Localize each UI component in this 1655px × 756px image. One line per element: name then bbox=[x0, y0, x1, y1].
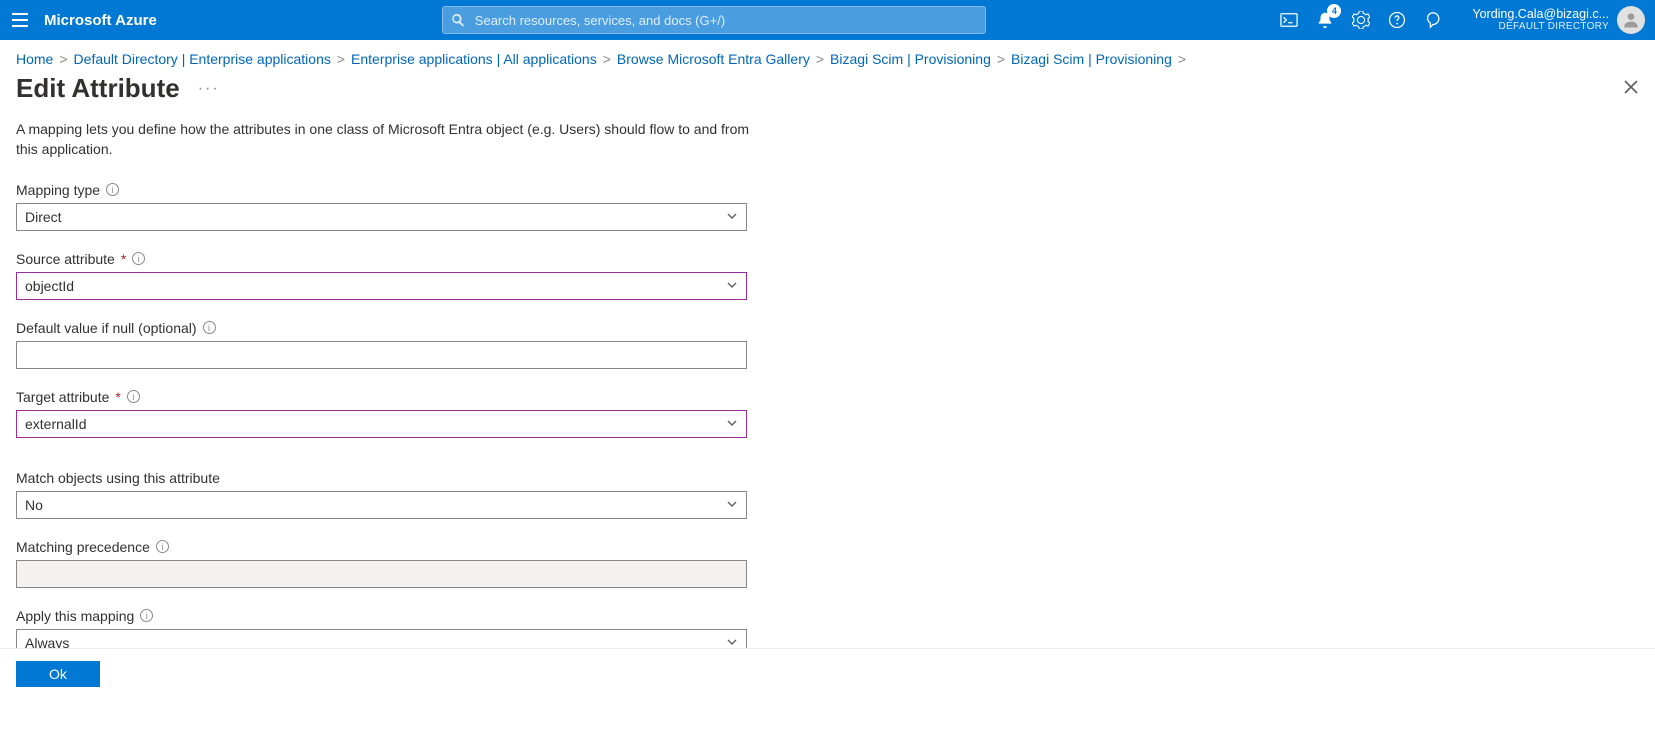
label-apply-mapping: Apply this mapping bbox=[16, 608, 134, 624]
select-value: Direct bbox=[25, 209, 62, 225]
input-matching-precedence bbox=[16, 560, 747, 588]
field-apply-mapping: Apply this mapping i Always bbox=[16, 608, 747, 648]
settings-icon[interactable] bbox=[1352, 11, 1370, 29]
feedback-icon[interactable] bbox=[1424, 11, 1442, 29]
select-mapping-type[interactable]: Direct bbox=[16, 203, 747, 231]
required-mark: * bbox=[115, 389, 120, 405]
select-value: No bbox=[25, 497, 43, 513]
field-source-attribute: Source attribute * i objectId bbox=[16, 251, 747, 300]
chevron-down-icon bbox=[726, 416, 738, 432]
chevron-down-icon bbox=[726, 635, 738, 648]
crumb-enterprise-apps[interactable]: Enterprise applications | All applicatio… bbox=[351, 51, 597, 67]
cloud-shell-icon[interactable] bbox=[1280, 11, 1298, 29]
chevron-down-icon bbox=[726, 209, 738, 225]
field-target-attribute: Target attribute * i externalId bbox=[16, 389, 747, 438]
select-value: externalId bbox=[25, 416, 86, 432]
user-directory: DEFAULT DIRECTORY bbox=[1472, 21, 1609, 33]
content-scroll[interactable]: A mapping lets you define how the attrib… bbox=[0, 109, 1655, 648]
global-header: Microsoft Azure 4 Yording.Cala@bizagi.c.… bbox=[0, 0, 1655, 40]
label-matching-precedence: Matching precedence bbox=[16, 539, 150, 555]
ok-button[interactable]: Ok bbox=[16, 661, 100, 687]
field-matching-precedence: Matching precedence i bbox=[16, 539, 747, 588]
description-text: A mapping lets you define how the attrib… bbox=[16, 119, 751, 160]
chevron-right-icon: > bbox=[997, 51, 1005, 67]
input-default-value[interactable] bbox=[16, 341, 747, 369]
account-control[interactable]: Yording.Cala@bizagi.c... DEFAULT DIRECTO… bbox=[1456, 6, 1655, 34]
chevron-right-icon: > bbox=[59, 51, 67, 67]
title-row: Edit Attribute ··· bbox=[0, 73, 1655, 108]
global-search[interactable] bbox=[442, 6, 986, 34]
select-value: Always bbox=[25, 635, 69, 648]
label-target-attribute: Target attribute bbox=[16, 389, 109, 405]
footer: Ok bbox=[0, 648, 1655, 699]
search-input[interactable] bbox=[473, 12, 977, 29]
hamburger-menu[interactable] bbox=[0, 0, 40, 40]
crumb-bizagi-2[interactable]: Bizagi Scim | Provisioning bbox=[1011, 51, 1172, 67]
header-tools: 4 bbox=[1260, 11, 1456, 29]
crumb-gallery[interactable]: Browse Microsoft Entra Gallery bbox=[617, 51, 810, 67]
chevron-down-icon bbox=[726, 278, 738, 294]
label-source-attribute: Source attribute bbox=[16, 251, 115, 267]
chevron-down-icon bbox=[726, 497, 738, 513]
select-match-objects[interactable]: No bbox=[16, 491, 747, 519]
info-icon[interactable]: i bbox=[132, 252, 145, 265]
crumb-home[interactable]: Home bbox=[16, 51, 53, 67]
select-apply-mapping[interactable]: Always bbox=[16, 629, 747, 648]
notifications-icon[interactable]: 4 bbox=[1316, 11, 1334, 29]
matching-precedence-input bbox=[25, 561, 738, 587]
info-icon[interactable]: i bbox=[156, 540, 169, 553]
more-actions-button[interactable]: ··· bbox=[198, 80, 220, 98]
brand-label: Microsoft Azure bbox=[40, 12, 177, 29]
field-match-objects: Match objects using this attribute No bbox=[16, 470, 747, 519]
search-icon bbox=[451, 13, 465, 27]
close-button[interactable] bbox=[1623, 79, 1639, 98]
select-source-attribute[interactable]: objectId bbox=[16, 272, 747, 300]
user-email: Yording.Cala@bizagi.c... bbox=[1472, 7, 1609, 21]
required-mark: * bbox=[121, 251, 126, 267]
help-icon[interactable] bbox=[1388, 11, 1406, 29]
crumb-bizagi-1[interactable]: Bizagi Scim | Provisioning bbox=[830, 51, 991, 67]
field-mapping-type: Mapping type i Direct bbox=[16, 182, 747, 231]
chevron-right-icon: > bbox=[603, 51, 611, 67]
avatar bbox=[1617, 6, 1645, 34]
notif-badge: 4 bbox=[1327, 4, 1341, 18]
info-icon[interactable]: i bbox=[106, 183, 119, 196]
crumb-default-directory[interactable]: Default Directory | Enterprise applicati… bbox=[74, 51, 331, 67]
field-default-value: Default value if null (optional) i bbox=[16, 320, 747, 369]
info-icon[interactable]: i bbox=[203, 321, 216, 334]
chevron-right-icon: > bbox=[337, 51, 345, 67]
breadcrumb: Home > Default Directory | Enterprise ap… bbox=[0, 40, 1655, 73]
chevron-right-icon: > bbox=[1178, 51, 1186, 67]
page-title: Edit Attribute bbox=[16, 73, 180, 104]
info-icon[interactable]: i bbox=[127, 390, 140, 403]
select-target-attribute[interactable]: externalId bbox=[16, 410, 747, 438]
chevron-right-icon: > bbox=[816, 51, 824, 67]
select-value: objectId bbox=[25, 278, 74, 294]
label-mapping-type: Mapping type bbox=[16, 182, 100, 198]
default-value-input[interactable] bbox=[25, 342, 738, 368]
label-default-value: Default value if null (optional) bbox=[16, 320, 197, 336]
label-match-objects: Match objects using this attribute bbox=[16, 470, 220, 486]
info-icon[interactable]: i bbox=[140, 609, 153, 622]
